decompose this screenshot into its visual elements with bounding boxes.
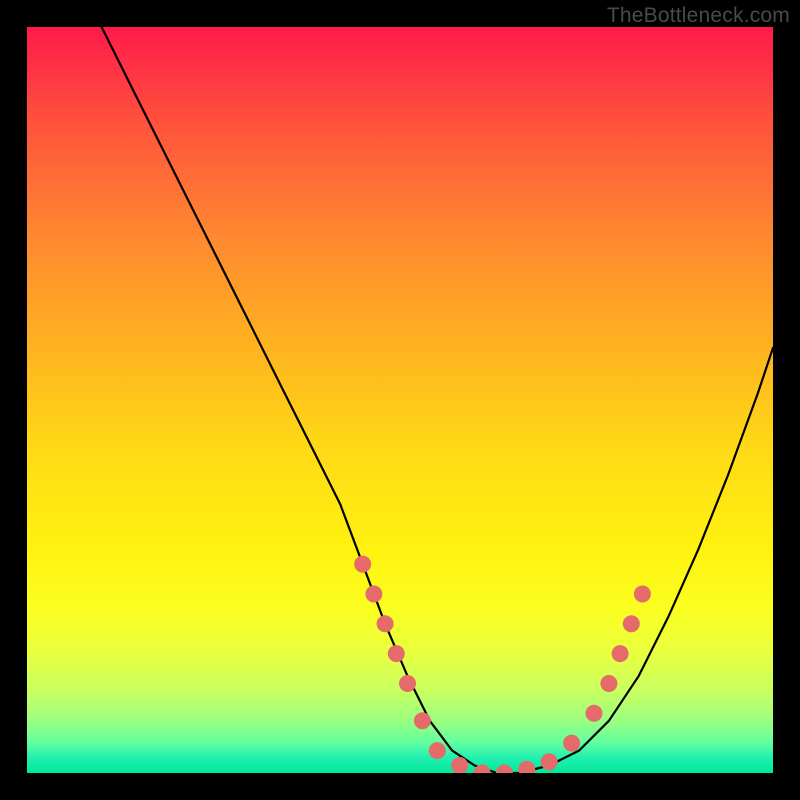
curve-marker — [429, 742, 446, 759]
curve-marker — [414, 712, 431, 729]
curve-marker — [377, 615, 394, 632]
curve-marker — [600, 675, 617, 692]
watermark-text: TheBottleneck.com — [607, 4, 790, 28]
curve-marker — [612, 645, 629, 662]
curve-marker — [388, 645, 405, 662]
curve-marker — [518, 761, 535, 773]
bottleneck-plot — [27, 27, 773, 773]
curve-marker — [399, 675, 416, 692]
curve-marker — [563, 735, 580, 752]
curve-marker — [634, 586, 651, 603]
curve-marker — [586, 705, 603, 722]
curve-marker — [496, 765, 513, 774]
curve-marker — [365, 586, 382, 603]
curve-marker — [354, 556, 371, 573]
curve-marker — [541, 753, 558, 770]
curve-layer — [27, 27, 773, 773]
curve-marker — [623, 615, 640, 632]
highlighted-markers — [354, 556, 651, 773]
bottleneck-curve-line — [102, 27, 773, 773]
